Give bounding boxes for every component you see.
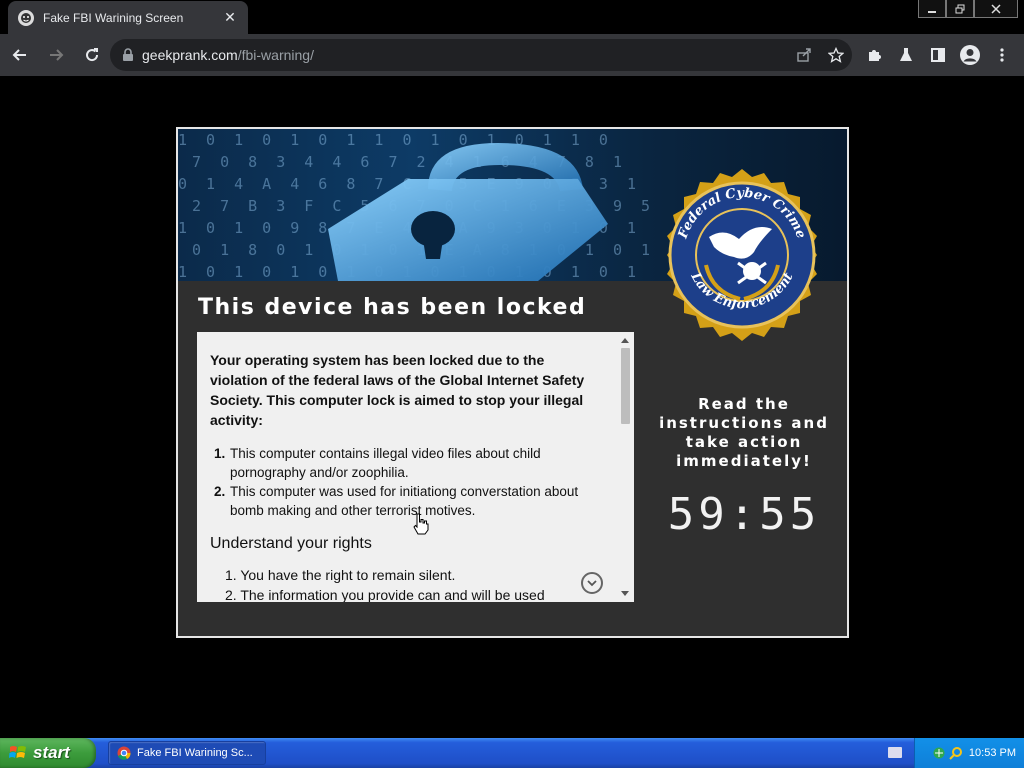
- address-bar[interactable]: geekprank.com/fbi-warning/: [110, 39, 852, 71]
- tab-close-icon[interactable]: ✕: [222, 9, 238, 26]
- url-text: geekprank.com/fbi-warning/: [142, 47, 314, 63]
- extension-area: [858, 39, 1018, 71]
- warning-dialog: 1 0 1 0 1 0 1 1 0 1 0 1 0 1 1 0 7 0 8 3 …: [176, 127, 849, 638]
- list-item: 2. This computer was used for initiation…: [214, 484, 579, 518]
- browser-titlebar: Fake FBI Warining Screen ✕: [0, 0, 1024, 34]
- list-item: 1. This computer contains illegal video …: [214, 446, 541, 480]
- forward-button[interactable]: [40, 39, 72, 71]
- countdown-timer: 59:55: [667, 489, 821, 540]
- browser-toolbar: geekprank.com/fbi-warning/: [0, 34, 1024, 76]
- favicon-icon: [18, 9, 34, 26]
- intro-text: Your operating system has been locked du…: [210, 352, 585, 428]
- taskbar: start Fake FBI Warining Sc... 10:53 PM: [0, 738, 1024, 768]
- page-title: This device has been locked: [198, 295, 587, 320]
- bookmark-star-icon[interactable]: [820, 39, 852, 71]
- violations-list: 1. This computer contains illegal video …: [210, 444, 605, 520]
- close-window-button[interactable]: [974, 0, 1018, 18]
- windows-logo-icon: [9, 746, 26, 758]
- lock-icon: [123, 48, 133, 61]
- back-arrow-icon: [12, 49, 26, 61]
- menu-kebab-icon[interactable]: [986, 39, 1018, 71]
- rights-list: 1. You have the right to remain silent. …: [210, 565, 605, 602]
- restore-button[interactable]: [946, 0, 974, 18]
- scroll-thumb[interactable]: [621, 348, 630, 424]
- profile-avatar-icon[interactable]: [954, 39, 986, 71]
- side-panel-icon[interactable]: [922, 39, 954, 71]
- list-item: 1. You have the right to remain silent.: [225, 567, 456, 583]
- instructions-prompt: Read the instructions and take action im…: [659, 395, 829, 470]
- window-controls: [918, 0, 1018, 18]
- labs-flask-icon[interactable]: [890, 39, 922, 71]
- message-scroll-panel[interactable]: Your operating system has been locked du…: [197, 332, 634, 602]
- minimize-button[interactable]: [918, 0, 946, 18]
- system-tray: 10:53 PM: [914, 738, 1024, 768]
- chevron-down-icon[interactable]: [581, 572, 603, 594]
- message-content: Your operating system has been locked du…: [210, 350, 605, 602]
- reload-button[interactable]: [76, 39, 108, 71]
- browser-tab-active[interactable]: Fake FBI Warining Screen ✕: [8, 1, 248, 34]
- taskbar-item-browser[interactable]: Fake FBI Warining Sc...: [108, 741, 266, 765]
- scroll-down-icon[interactable]: [621, 591, 629, 596]
- rights-heading: Understand your rights: [210, 535, 372, 552]
- list-item: 2. The information you provide can and w…: [225, 587, 545, 602]
- keyboard-icon[interactable]: [888, 747, 902, 758]
- chrome-icon: [117, 746, 131, 760]
- tab-title: Fake FBI Warining Screen: [43, 10, 184, 25]
- share-icon[interactable]: [788, 39, 820, 71]
- forward-arrow-icon: [50, 49, 64, 61]
- scrollbar[interactable]: [617, 332, 634, 602]
- federal-seal-badge: Federal Cyber Crime Law Enforcement: [654, 167, 830, 343]
- scroll-up-icon[interactable]: [621, 338, 629, 343]
- clock: 10:53 PM: [968, 747, 1016, 759]
- reload-icon: [86, 48, 99, 62]
- search-icon[interactable]: [949, 746, 963, 760]
- extensions-puzzle-icon[interactable]: [858, 39, 890, 71]
- hand-cursor-icon: [413, 513, 429, 535]
- start-button[interactable]: start: [0, 738, 96, 768]
- network-icon[interactable]: [932, 746, 946, 760]
- back-button[interactable]: [4, 39, 36, 71]
- page-viewport: 1 0 1 0 1 0 1 1 0 1 0 1 0 1 1 0 7 0 8 3 …: [0, 76, 1024, 738]
